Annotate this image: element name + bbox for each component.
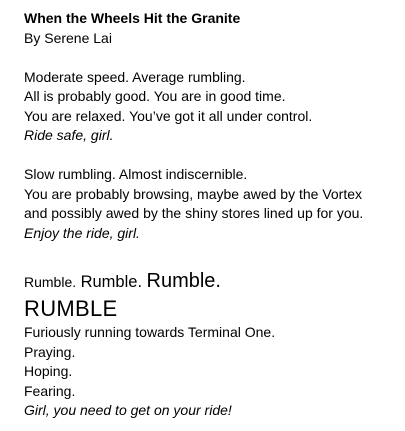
stanza2-line-3: and possibly awed by the shiny stores li… bbox=[24, 205, 364, 221]
stanza2-line-1: Slow rumbling. Almost indiscernible. bbox=[24, 166, 248, 182]
poem: When the Wheels Hit the Granite By Seren… bbox=[24, 9, 396, 421]
stanza3-closing: Girl, you need to get on your ride! bbox=[24, 402, 232, 418]
rumble-small: Rumble. bbox=[24, 274, 77, 290]
poem-title: When the Wheels Hit the Granite bbox=[24, 10, 241, 26]
rumble-heading: RUMBLE bbox=[24, 296, 118, 321]
stanza3-line-1: Furiously running towards Terminal One. bbox=[24, 324, 276, 340]
stanza1-line-1: Moderate speed. Average rumbling. bbox=[24, 68, 246, 85]
stanza-gap bbox=[24, 146, 396, 166]
stanza2-line-2: You are probably browsing, maybe awed by… bbox=[24, 185, 363, 202]
rumble-medium: Rumble. bbox=[80, 273, 143, 291]
stanza1-closing: Ride safe, girl. bbox=[24, 127, 114, 143]
stanza1-line-3: You are relaxed. You’ve got it all under… bbox=[24, 107, 313, 124]
stanza-gap bbox=[24, 243, 396, 269]
stanza3-line-2: Praying. bbox=[24, 343, 76, 360]
stanza1-line-2: All is probably good. You are in good ti… bbox=[24, 88, 286, 104]
stanza3-line-4: Fearing. bbox=[24, 382, 76, 399]
stanza2-closing: Enjoy the ride, girl. bbox=[24, 224, 140, 241]
poem-byline: By Serene Lai bbox=[24, 29, 112, 46]
document-page: When the Wheels Hit the Granite By Seren… bbox=[0, 0, 405, 431]
stanza-gap bbox=[24, 48, 396, 68]
rumble-large: Rumble. bbox=[146, 270, 221, 292]
rumble-line: Rumble. Rumble. Rumble. bbox=[24, 269, 396, 295]
stanza3-line-3: Hoping. bbox=[24, 363, 73, 379]
